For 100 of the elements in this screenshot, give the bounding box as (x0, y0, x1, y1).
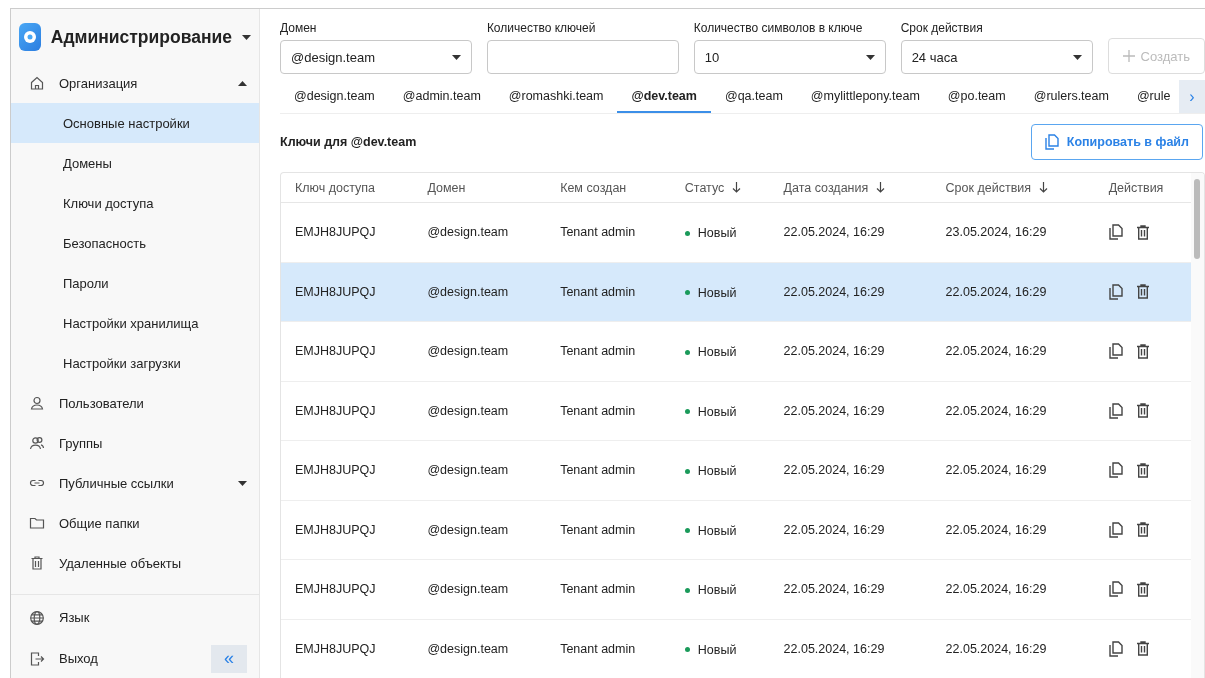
sidebar-item[interactable]: Публичные ссылки (11, 463, 259, 503)
table-cell: 22.05.2024, 16:29 (769, 559, 932, 619)
caret-icon (242, 34, 251, 40)
delete-icon[interactable] (1136, 403, 1149, 419)
trash-icon (29, 555, 45, 571)
status-text: Новый (697, 523, 737, 538)
app-title[interactable]: Администрирование (50, 26, 232, 48)
copy-icon[interactable] (1108, 581, 1123, 598)
table-cell: @design.team (413, 500, 547, 560)
sidebar-subitem[interactable]: Безопасность (11, 223, 259, 263)
dropdown-field[interactable]: 24 часа (900, 40, 1093, 74)
home-icon (29, 75, 45, 91)
table-cell: 22.05.2024, 16:29 (769, 321, 932, 382)
sidebar-item[interactable]: Группы (11, 423, 259, 463)
scrollbar-thumb[interactable] (1194, 179, 1200, 259)
delete-icon[interactable] (1136, 522, 1149, 538)
table-cell: 22.05.2024, 16:29 (931, 381, 1095, 441)
dropdown-field[interactable]: 10 (693, 40, 886, 74)
sidebar-subitem[interactable]: Настройки хранилища (11, 303, 259, 343)
caret-icon (865, 54, 875, 60)
table-cell: @design.team (413, 381, 547, 441)
domain-tab[interactable]: @romashki.team (494, 80, 618, 113)
table-cell: Tenant admin (546, 559, 671, 619)
sidebar-item[interactable]: Язык (11, 597, 259, 638)
sidebar-subitem[interactable]: Ключи доступа (11, 183, 259, 223)
domain-tab[interactable]: @qa.team (710, 80, 797, 113)
exit-icon (29, 650, 45, 667)
table-cell: Tenant admin (546, 619, 671, 678)
domain-tab[interactable]: @admin.team (388, 80, 495, 113)
table-cell: @design.team (413, 202, 547, 263)
delete-icon[interactable] (1136, 641, 1149, 657)
delete-icon[interactable] (1136, 284, 1149, 300)
sidebar-subitem[interactable]: Домены (11, 143, 259, 183)
globe-icon (29, 609, 45, 626)
table-cell: EMJH8JUPQJ (281, 381, 414, 441)
table-cell: 22.05.2024, 16:29 (931, 619, 1095, 678)
column-header[interactable]: Дата создания (769, 173, 932, 203)
table-cell: @design.team (413, 262, 547, 322)
table-cell: Tenant admin (546, 262, 671, 322)
sidebar-item[interactable]: Организация (11, 63, 259, 103)
domain-tab[interactable]: @design.team (280, 80, 389, 113)
sidebar-subitem[interactable]: Пароли (11, 263, 259, 303)
table-cell: EMJH8JUPQJ (281, 202, 414, 263)
table-cell: 22.05.2024, 16:29 (769, 262, 932, 322)
table-cell: EMJH8JUPQJ (281, 619, 414, 678)
copy-icon[interactable] (1108, 224, 1123, 241)
table-cell: 22.05.2024, 16:29 (931, 321, 1095, 382)
sidebar-item[interactable]: Пользователи (11, 383, 259, 423)
status-text: Новый (697, 583, 737, 598)
copy-to-file-button[interactable]: Копировать в файл (1030, 124, 1203, 160)
column-header: Ключ доступа (281, 173, 414, 203)
domain-tab[interactable]: @rule (1122, 80, 1179, 113)
table-cell: Tenant admin (546, 500, 671, 560)
users-icon (29, 435, 45, 451)
sidebar-item[interactable]: Удаленные объекты (11, 543, 259, 583)
delete-icon[interactable] (1136, 224, 1149, 240)
dropdown-field[interactable]: @design.team (280, 40, 472, 74)
table-cell: Tenant admin (546, 381, 671, 441)
table-cell: @design.team (413, 440, 547, 501)
sidebar-subitem[interactable]: Основные настройки (11, 103, 259, 143)
copy-icon[interactable] (1108, 343, 1123, 360)
status-text: Новый (697, 642, 737, 657)
table-cell: EMJH8JUPQJ (281, 262, 414, 322)
delete-icon[interactable] (1136, 343, 1149, 359)
copy-icon[interactable] (1108, 640, 1123, 657)
copy-icon[interactable] (1044, 134, 1059, 150)
table-cell: 23.05.2024, 16:29 (931, 202, 1095, 263)
status-text: Новый (697, 404, 737, 419)
table-cell: Tenant admin (546, 440, 671, 501)
column-header[interactable]: Статус (670, 173, 770, 203)
field-label: Количество символов в ключе (693, 21, 864, 35)
field-label: Домен (280, 21, 318, 35)
table-cell: Tenant admin (546, 321, 671, 382)
column-header[interactable]: Срок действия (931, 173, 1095, 203)
delete-icon[interactable] (1136, 581, 1149, 597)
folder-icon (29, 515, 45, 531)
table-cell: 22.05.2024, 16:29 (769, 500, 932, 560)
domain-tab[interactable]: @dev.team (617, 80, 711, 113)
domain-tab[interactable]: @po.team (933, 80, 1020, 113)
field-label: Количество ключей (486, 21, 597, 35)
app-logo-icon (19, 23, 41, 51)
copy-icon[interactable] (1108, 462, 1123, 479)
input-field[interactable] (486, 40, 679, 74)
table-cell: 22.05.2024, 16:29 (769, 619, 932, 678)
sidebar-item[interactable]: Выход « (11, 638, 259, 678)
column-header: Кем создан (546, 173, 671, 203)
sidebar-item[interactable]: Общие папки (11, 503, 259, 543)
domain-tab[interactable]: @rulers.team (1019, 80, 1123, 113)
table-cell: @design.team (413, 321, 547, 382)
status-text: Новый (697, 345, 737, 360)
copy-icon[interactable] (1108, 402, 1123, 419)
copy-icon[interactable] (1108, 521, 1123, 538)
table-cell: EMJH8JUPQJ (281, 440, 414, 501)
delete-icon[interactable] (1136, 462, 1149, 478)
field-label: Срок действия (900, 21, 984, 35)
sidebar-subitem[interactable]: Настройки загрузки (11, 343, 259, 383)
status-text: Новый (697, 285, 737, 300)
domain-tab[interactable]: @mylittlepony.team (796, 80, 934, 113)
table-cell: EMJH8JUPQJ (281, 321, 414, 382)
copy-icon[interactable] (1108, 283, 1123, 300)
